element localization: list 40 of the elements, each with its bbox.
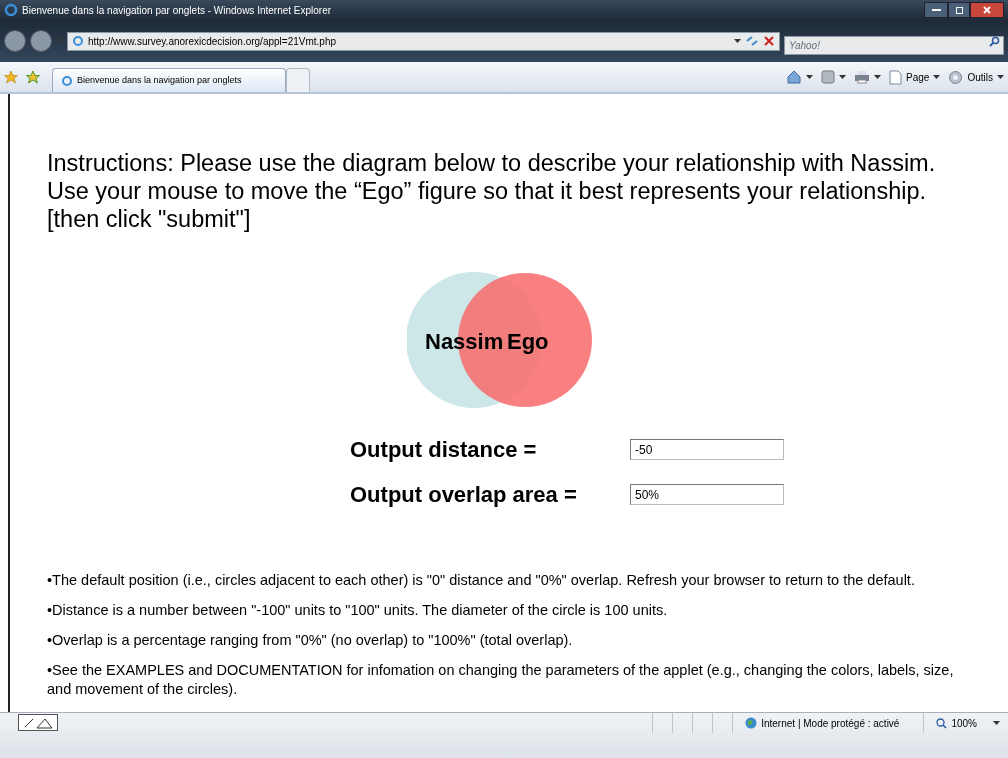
instructions-text: Instructions: Please use the diagram below to describe your relationship with Nassim. Use your mouse to move the “Ego” figure so that it best represents your relationship. [then click "submit"] bbox=[47, 149, 937, 233]
security-zone: Internet | Mode protégé : activé bbox=[761, 716, 900, 731]
caret-icon bbox=[993, 721, 1000, 725]
note-text: •Overlap is a percentage ranging from "0%" (no overlap) to "100%" (total overlap). bbox=[47, 631, 574, 650]
browser-tab[interactable]: Bienvenue dans la navigation par onglets bbox=[52, 68, 286, 92]
caret-icon bbox=[806, 75, 814, 79]
zoom-control[interactable]: 100% bbox=[923, 713, 1000, 733]
output-label: Output overlap area = bbox=[350, 481, 578, 509]
search-icon[interactable] bbox=[989, 35, 1000, 47]
forward-button[interactable] bbox=[30, 30, 52, 52]
tools-menu[interactable]: Outils bbox=[948, 69, 1004, 85]
favorites-star-icon[interactable] bbox=[4, 70, 18, 84]
close-icon[interactable] bbox=[763, 35, 775, 47]
caret-icon bbox=[839, 75, 847, 79]
search-field[interactable]: Yahoo! bbox=[784, 35, 1004, 55]
caret-icon bbox=[874, 75, 882, 79]
caret-icon bbox=[997, 75, 1004, 79]
applet-button[interactable] bbox=[18, 714, 58, 731]
back-button[interactable] bbox=[4, 30, 26, 52]
minimize-button[interactable] bbox=[924, 2, 948, 18]
printer-icon[interactable] bbox=[854, 70, 871, 84]
note-text: •See the EXAMPLES and DOCUMENTATION for infomation on changing the parameters of the applet (e.g., changing the colors, labels, size, and movement of the circles). bbox=[47, 661, 955, 699]
add-favorite-icon[interactable] bbox=[26, 70, 40, 84]
caret-icon bbox=[933, 75, 941, 79]
output-field[interactable]: -50 bbox=[630, 439, 784, 460]
page-menu[interactable]: Page bbox=[889, 69, 941, 85]
maximize-button[interactable] bbox=[948, 2, 970, 18]
note-text: •Distance is a number between "-100" units to "100" units. The diameter of the circle is 100 units. bbox=[47, 601, 669, 620]
close-button[interactable] bbox=[970, 2, 1004, 18]
caret-icon bbox=[734, 39, 741, 43]
browser-icon bbox=[4, 3, 18, 17]
output-label: Output distance = bbox=[350, 436, 538, 464]
note-text: •The default position (i.e., circles adjacent to each other) is "0" distance and "0%" overlap. Refresh your browser to return to the default. bbox=[47, 571, 916, 590]
address-field[interactable]: http://www.survey.anorexicdecision.org/appl=21Vmt.php bbox=[67, 31, 780, 51]
window-title: Bienvenue dans la navigation par onglets - Windows Internet Explorer bbox=[22, 3, 332, 18]
output-field[interactable]: 50% bbox=[630, 484, 784, 505]
globe-icon bbox=[745, 717, 758, 729]
zoom-icon bbox=[936, 717, 948, 729]
close-icon bbox=[983, 6, 991, 14]
home-icon[interactable] bbox=[786, 69, 803, 85]
